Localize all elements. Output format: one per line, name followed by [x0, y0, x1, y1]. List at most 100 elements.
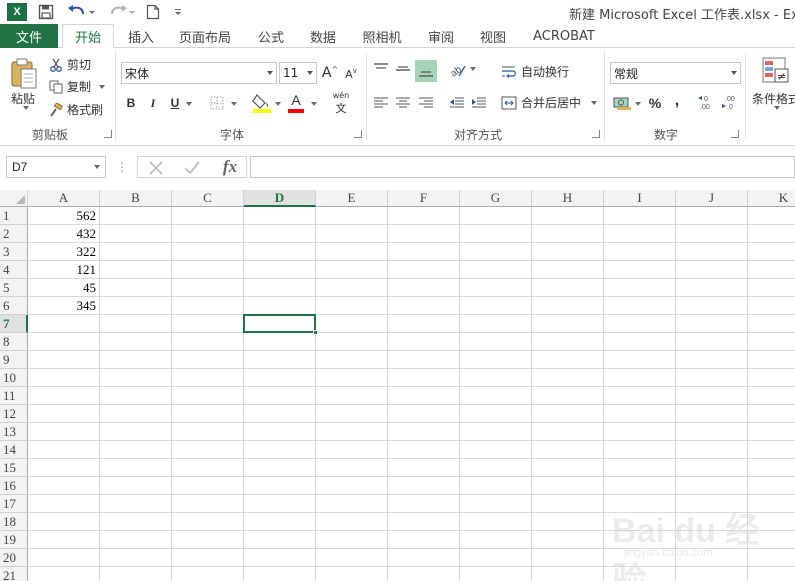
- paste-button[interactable]: 粘贴: [11, 90, 35, 107]
- column-header-k[interactable]: K: [748, 190, 795, 207]
- paste-icon[interactable]: [8, 56, 40, 92]
- row-header-14[interactable]: 14: [0, 441, 28, 459]
- row-header-15[interactable]: 15: [0, 459, 28, 477]
- row-header-5[interactable]: 5: [0, 279, 28, 297]
- row-header-21[interactable]: 21: [0, 567, 28, 581]
- increase-indent-icon[interactable]: [470, 94, 488, 112]
- active-cell-d7[interactable]: [243, 314, 316, 333]
- row-header-3[interactable]: 3: [0, 243, 28, 261]
- row-header-17[interactable]: 17: [0, 495, 28, 513]
- percent-style-button[interactable]: %: [647, 94, 663, 112]
- cancel-entry-icon[interactable]: [146, 159, 166, 177]
- redo-icon[interactable]: [108, 2, 136, 22]
- bold-button[interactable]: B: [124, 94, 138, 112]
- tab-view[interactable]: 视图: [470, 24, 516, 48]
- phonetic-guide-icon[interactable]: wén 文: [330, 91, 352, 115]
- customize-qat-icon[interactable]: [172, 2, 184, 22]
- merge-center-button[interactable]: 合并后居中: [501, 94, 598, 111]
- row-header-16[interactable]: 16: [0, 477, 28, 495]
- row-header-18[interactable]: 18: [0, 513, 28, 531]
- formula-input[interactable]: [250, 156, 795, 178]
- underline-button[interactable]: U: [168, 94, 182, 112]
- align-center-icon[interactable]: [394, 94, 412, 112]
- row-header-2[interactable]: 2: [0, 225, 28, 243]
- tab-formulas[interactable]: 公式: [248, 24, 294, 48]
- increase-decimal-icon[interactable]: 0.00: [697, 94, 717, 112]
- tab-camera[interactable]: 照相机: [352, 24, 412, 48]
- accounting-format-icon[interactable]: [612, 94, 634, 112]
- row-header-20[interactable]: 20: [0, 549, 28, 567]
- cell-a2[interactable]: 432: [28, 225, 99, 243]
- column-header-c[interactable]: C: [172, 190, 244, 207]
- accounting-dropdown-arrow[interactable]: [632, 102, 641, 106]
- borders-dropdown-arrow[interactable]: [228, 102, 237, 106]
- font-size-select[interactable]: 11: [279, 62, 317, 84]
- format-painter-button[interactable]: 格式刷: [48, 101, 103, 118]
- confirm-entry-icon[interactable]: [182, 159, 202, 177]
- borders-icon[interactable]: [208, 94, 226, 112]
- tab-insert[interactable]: 插入: [118, 24, 164, 48]
- align-left-icon[interactable]: [372, 94, 390, 112]
- column-header-g[interactable]: G: [460, 190, 532, 207]
- number-launcher-icon[interactable]: [731, 130, 739, 138]
- column-header-h[interactable]: H: [532, 190, 604, 207]
- tab-acrobat[interactable]: ACROBAT: [526, 24, 602, 48]
- cut-button[interactable]: 剪切: [48, 56, 91, 73]
- comma-style-button[interactable]: ,: [671, 92, 683, 110]
- number-format-select[interactable]: 常规: [610, 62, 741, 84]
- tab-page-layout[interactable]: 页面布局: [170, 24, 240, 48]
- fill-handle[interactable]: [313, 330, 318, 335]
- column-header-f[interactable]: F: [388, 190, 460, 207]
- italic-button[interactable]: I: [146, 94, 160, 112]
- tab-data[interactable]: 数据: [300, 24, 346, 48]
- name-box[interactable]: D7: [6, 156, 106, 178]
- decrease-decimal-icon[interactable]: .00.0: [721, 94, 741, 112]
- row-header-19[interactable]: 19: [0, 531, 28, 549]
- increase-font-size-icon[interactable]: A ^: [321, 63, 339, 83]
- fill-color-icon[interactable]: [252, 92, 272, 114]
- row-header-8[interactable]: 8: [0, 333, 28, 351]
- alignment-launcher-icon[interactable]: [592, 130, 600, 138]
- copy-button[interactable]: 复制: [48, 78, 106, 95]
- paste-dropdown-arrow[interactable]: [20, 106, 29, 110]
- excel-logo-icon[interactable]: X: [7, 3, 27, 21]
- new-document-icon[interactable]: [146, 2, 160, 22]
- tab-review[interactable]: 审阅: [418, 24, 464, 48]
- worksheet-grid[interactable]: A B C D E F G H I J K 1 2 3 4 5 6 7 8 9 10 11 12 13 14 15 16 17 18 19…: [0, 190, 795, 581]
- formula-bar-grip-icon[interactable]: ⋮: [116, 158, 128, 176]
- orientation-icon[interactable]: ab: [448, 60, 468, 80]
- cell-a3[interactable]: 322: [28, 243, 99, 261]
- tab-home[interactable]: 开始: [62, 24, 114, 49]
- font-color-dropdown-arrow[interactable]: [308, 102, 317, 106]
- column-header-b[interactable]: B: [100, 190, 172, 207]
- row-header-12[interactable]: 12: [0, 405, 28, 423]
- cell-a6[interactable]: 345: [28, 297, 99, 315]
- save-icon[interactable]: [38, 2, 54, 22]
- row-header-11[interactable]: 11: [0, 387, 28, 405]
- tab-file[interactable]: 文件: [0, 24, 58, 48]
- undo-icon[interactable]: [66, 2, 96, 22]
- conditional-formatting-arrow[interactable]: [771, 106, 780, 110]
- decrease-indent-icon[interactable]: [448, 94, 466, 112]
- column-header-a[interactable]: A: [28, 190, 100, 207]
- row-header-1[interactable]: 1: [0, 207, 28, 225]
- align-top-icon[interactable]: [372, 60, 390, 78]
- insert-function-icon[interactable]: fx: [218, 157, 242, 177]
- underline-dropdown-arrow[interactable]: [183, 102, 192, 106]
- font-color-icon[interactable]: A: [287, 92, 305, 114]
- select-all-corner[interactable]: [0, 190, 28, 207]
- row-header-7[interactable]: 7: [0, 315, 28, 333]
- cell-a1[interactable]: 562: [28, 207, 99, 225]
- conditional-formatting-button[interactable]: 条件格式: [752, 90, 795, 107]
- row-header-4[interactable]: 4: [0, 261, 28, 279]
- fill-color-dropdown-arrow[interactable]: [272, 102, 281, 106]
- wrap-text-button[interactable]: 自动换行: [501, 63, 569, 80]
- font-name-select[interactable]: 宋体: [121, 62, 277, 84]
- font-launcher-icon[interactable]: [354, 130, 362, 138]
- clipboard-launcher-icon[interactable]: [104, 130, 112, 138]
- row-header-13[interactable]: 13: [0, 423, 28, 441]
- cell-a5[interactable]: 45: [28, 279, 99, 297]
- align-bottom-icon[interactable]: [415, 60, 437, 82]
- conditional-formatting-icon[interactable]: ≠: [761, 56, 791, 88]
- decrease-font-size-icon[interactable]: Av: [343, 65, 359, 83]
